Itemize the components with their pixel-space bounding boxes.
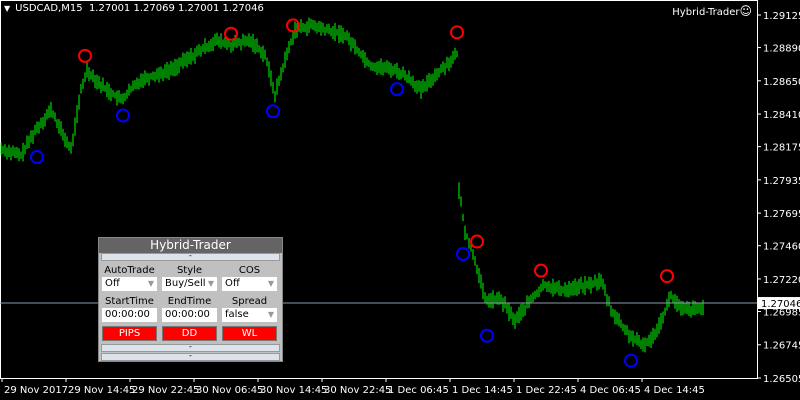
- pips-button[interactable]: PIPS: [102, 326, 157, 341]
- brand-text: Hybrid-Trader: [672, 7, 740, 18]
- spread-value: false: [225, 309, 249, 320]
- low-signal-marker: [266, 104, 280, 119]
- low-signal-marker: [624, 353, 638, 368]
- cos-label: COS: [238, 265, 261, 276]
- autotrade-label: AutoTrade: [104, 265, 155, 276]
- price-tick-label: 1.26745: [763, 341, 800, 352]
- time-tick-label: 29 Nov 14:45: [68, 385, 135, 396]
- chevron-down-icon: ▼: [267, 279, 274, 288]
- hybrid-trader-panel: Hybrid-Trader - AutoTrade Style COS Off ▼…: [98, 237, 283, 362]
- time-tick-label: 30 Nov 22:45: [324, 385, 391, 396]
- ohlc-readout: 1.27001 1.27069 1.27001 1.27046: [88, 3, 264, 14]
- price-tick-label: 1.28410: [763, 110, 800, 121]
- low-signal-marker: [30, 150, 44, 165]
- time-tick-label: 30 Nov 06:45: [196, 385, 263, 396]
- low-signal-marker: [390, 82, 404, 97]
- brand-label: Hybrid-Trader☺: [672, 4, 752, 18]
- high-signal-marker: [224, 26, 238, 41]
- symbol-label: USDCAD,M15: [15, 3, 83, 14]
- price-tick-label: 1.28175: [763, 143, 800, 154]
- price-tick-label: 1.28890: [763, 44, 800, 55]
- time-tick-label: 1 Dec 06:45: [388, 385, 449, 396]
- collapse-bar-bottom[interactable]: -: [101, 352, 280, 361]
- price-tick-label: 1.28650: [763, 77, 800, 88]
- autotrade-select[interactable]: Off ▼: [102, 277, 157, 291]
- endtime-label: EndTime: [167, 296, 212, 307]
- style-value: Buy/Sell: [165, 278, 206, 289]
- chevron-down-icon: ▼: [147, 279, 154, 288]
- current-price-label: 1.27046: [761, 299, 800, 310]
- chart-header: ▼ USDCAD,M15 1.27001 1.27069 1.27001 1.27…: [4, 3, 264, 14]
- low-signal-marker: [456, 246, 470, 261]
- cos-select[interactable]: Off ▼: [222, 277, 277, 291]
- price-tick-label: 1.27695: [763, 209, 800, 220]
- high-signal-marker: [470, 234, 484, 249]
- time-tick-label: 1 Dec 22:45: [516, 385, 577, 396]
- chevron-down-icon: ▼: [267, 310, 274, 319]
- spread-select[interactable]: false ▼: [222, 308, 277, 322]
- low-signal-marker: [116, 108, 130, 123]
- high-signal-marker: [534, 263, 548, 278]
- time-tick-label: 1 Dec 14:45: [452, 385, 513, 396]
- starttime-label: StartTime: [105, 296, 154, 307]
- time-tick-label: 30 Nov 14:45: [260, 385, 327, 396]
- time-tick-label: 4 Dec 14:45: [644, 385, 705, 396]
- high-signal-marker: [78, 48, 92, 63]
- style-label: Style: [176, 265, 203, 276]
- time-tick-label: 29 Nov 2017: [4, 385, 68, 396]
- dropdown-triangle-icon[interactable]: ▼: [4, 4, 10, 13]
- price-tick-label: 1.26505: [763, 374, 800, 385]
- dd-button[interactable]: DD: [162, 326, 217, 341]
- price-tick-label: 1.27220: [763, 275, 800, 286]
- wl-button[interactable]: WL: [222, 326, 277, 341]
- endtime-input[interactable]: 00:00:00: [162, 308, 217, 322]
- price-tick-label: 1.29125: [763, 11, 800, 22]
- price-tick-label: 1.27460: [763, 242, 800, 253]
- time-tick-label: 29 Nov 22:45: [132, 385, 199, 396]
- chevron-down-icon: ▼: [207, 279, 214, 288]
- smiley-icon: ☺: [739, 4, 752, 18]
- low-signal-marker: [480, 328, 494, 343]
- autotrade-value: Off: [105, 278, 120, 289]
- cos-value: Off: [225, 278, 240, 289]
- collapse-bar-top[interactable]: -: [101, 252, 280, 261]
- starttime-input[interactable]: 00:00:00: [102, 308, 157, 322]
- price-tick-label: 1.27935: [763, 176, 800, 187]
- high-signal-marker: [660, 269, 674, 284]
- time-tick-label: 4 Dec 06:45: [580, 385, 641, 396]
- spread-label: Spread: [231, 296, 268, 307]
- high-signal-marker: [450, 25, 464, 40]
- style-select[interactable]: Buy/Sell ▼: [162, 277, 217, 291]
